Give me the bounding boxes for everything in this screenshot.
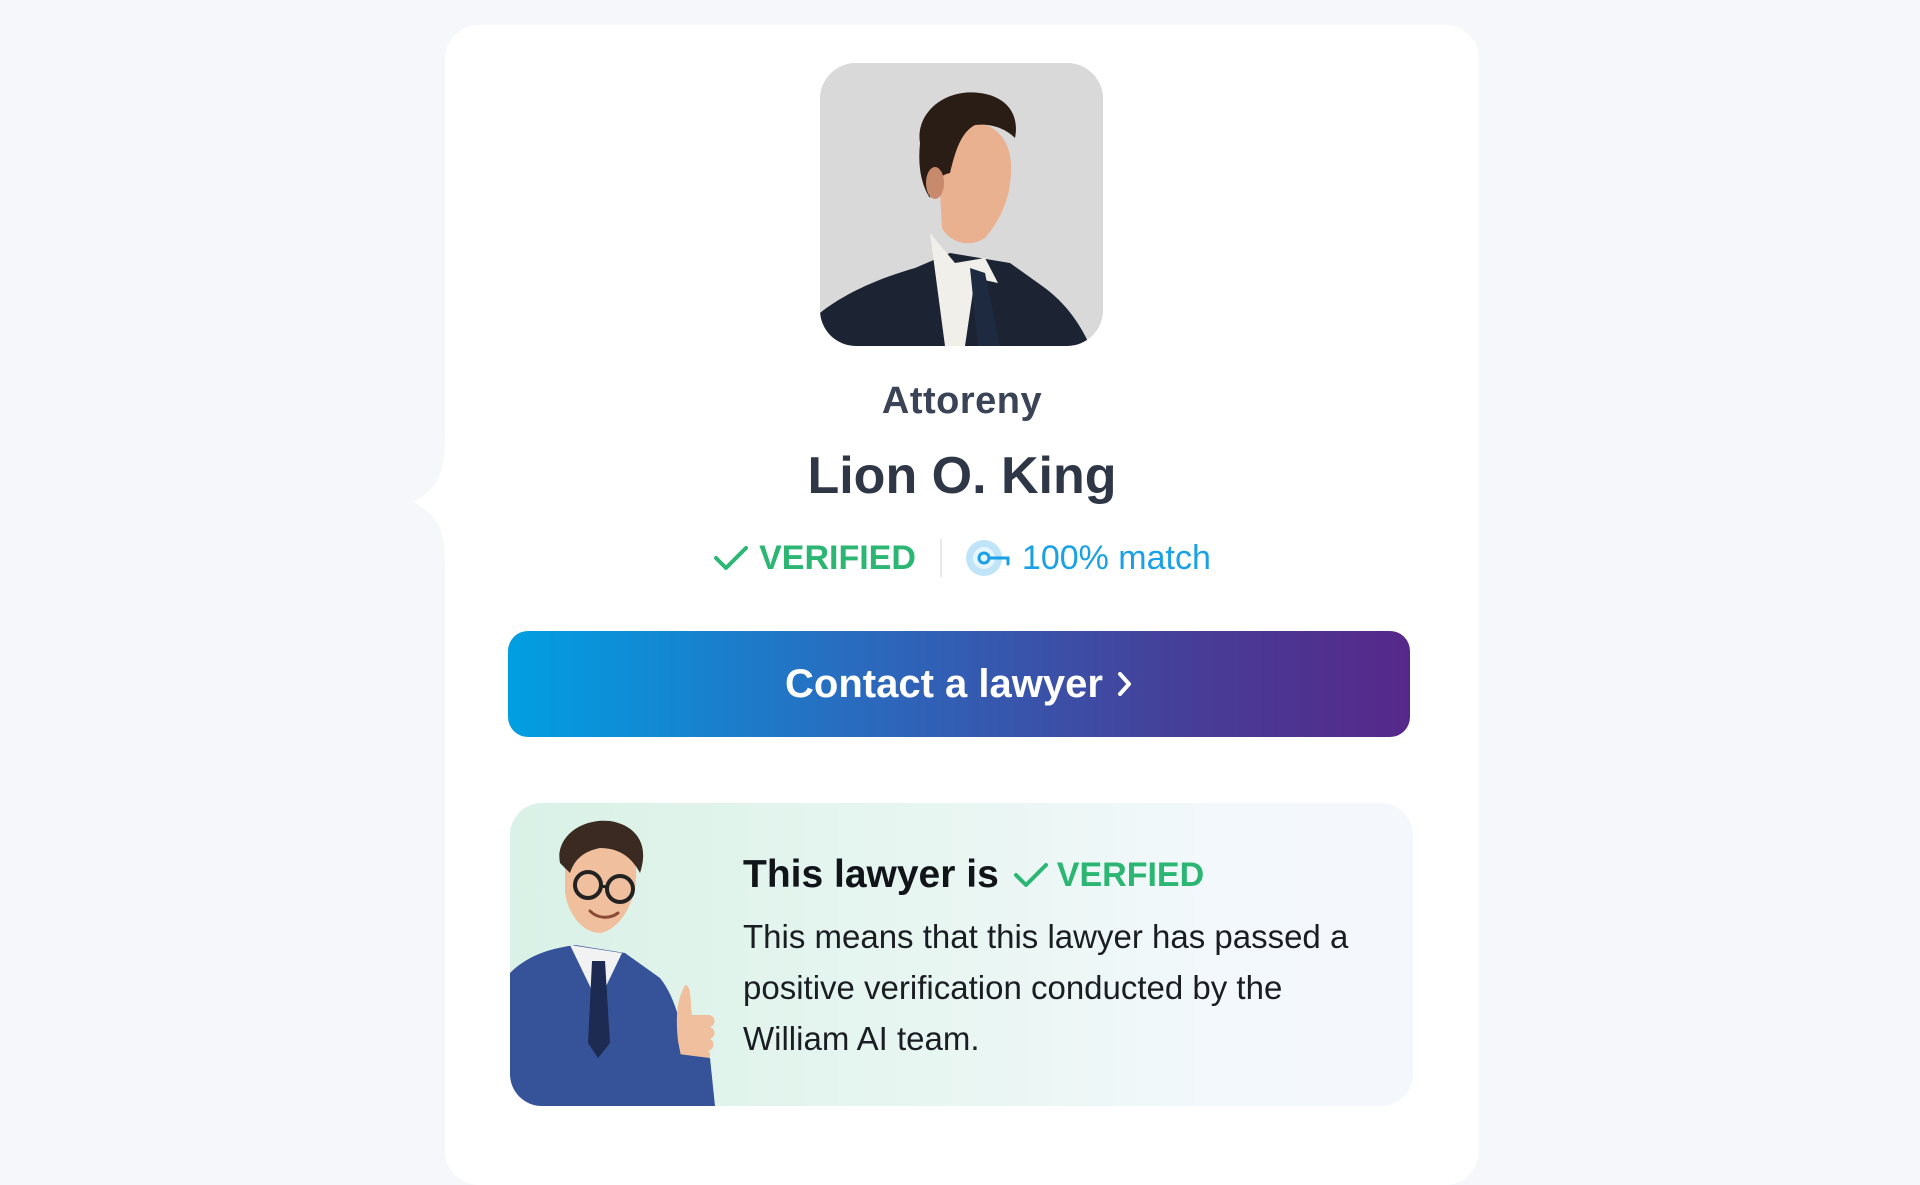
match-indicator: 100% match [964,538,1211,578]
info-verified-label: VERFIED [1056,855,1205,894]
verified-badge: VERIFIED [713,539,916,578]
contact-lawyer-button[interactable]: Contact a lawyer [508,631,1410,737]
verification-info-box: This lawyer is VERFIED This means that t… [510,803,1413,1106]
lawyer-meta: VERIFIED 100% match [445,533,1479,583]
verified-label: VERIFIED [759,538,916,577]
verification-info-title: This lawyer is VERFIED [743,853,1204,897]
verification-info-description: This means that this lawyer has passed a… [743,918,1349,1057]
check-icon [714,546,749,570]
chevron-right-icon [1117,670,1133,698]
info-verified-badge: VERFIED [1013,856,1204,895]
check-icon [1013,863,1048,887]
lawyer-avatar [820,63,1103,346]
meta-divider [939,539,942,577]
thumbs-up-lawyer-illustration [510,820,715,1106]
match-label: 100% match [1021,538,1211,577]
verification-info-title-text: This lawyer is [743,853,999,896]
contact-lawyer-label: Contact a lawyer [785,661,1103,706]
match-icon [965,540,1010,576]
lawyer-name: Lion O. King [807,447,1117,505]
lawyer-role: Attoreny [881,380,1043,422]
